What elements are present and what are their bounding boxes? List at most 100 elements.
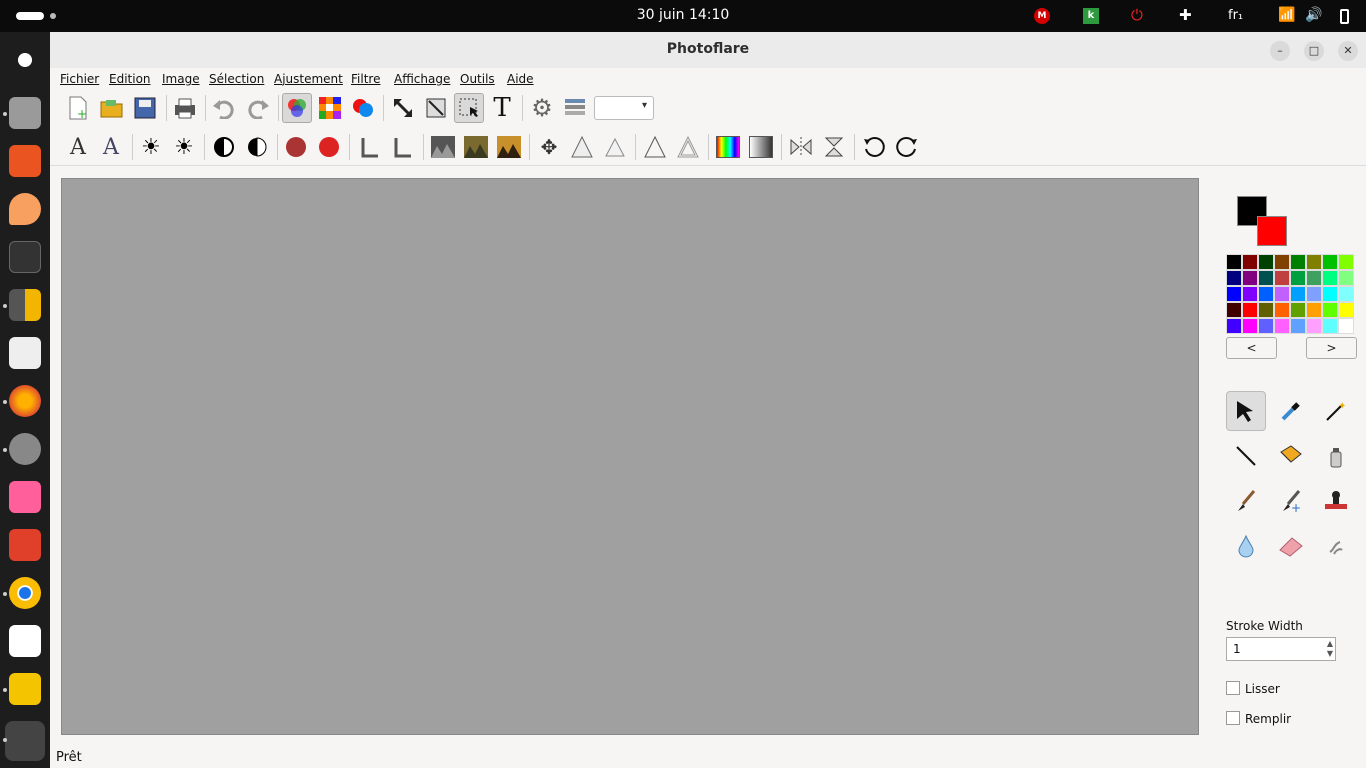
palette-swatch[interactable] <box>1274 270 1290 286</box>
saturation-down-icon[interactable] <box>281 132 311 162</box>
palette-swatch[interactable] <box>1322 286 1338 302</box>
extension-icon[interactable]: ✚ <box>1179 6 1192 24</box>
palette-prev-button[interactable]: < <box>1226 337 1277 359</box>
palette-swatch[interactable] <box>1242 286 1258 302</box>
brush-plus-tool-icon[interactable]: + <box>1271 481 1311 521</box>
palette-swatch[interactable] <box>1290 318 1306 334</box>
settings-icon[interactable] <box>9 433 41 465</box>
palette-swatch[interactable] <box>1226 254 1242 270</box>
eyedropper-tool-icon[interactable] <box>1271 391 1311 431</box>
palette-swatch[interactable] <box>1322 270 1338 286</box>
soften-icon[interactable] <box>600 132 630 162</box>
settings-gear-icon[interactable]: ⚙ <box>527 93 557 123</box>
minimize-button[interactable]: – <box>1270 41 1290 61</box>
palette-swatch[interactable] <box>1258 286 1274 302</box>
menu-image[interactable]: Image <box>162 72 200 86</box>
flip-vertical-icon[interactable] <box>819 132 849 162</box>
palette-swatch[interactable] <box>1274 254 1290 270</box>
stamp-tool-icon[interactable] <box>1316 481 1356 521</box>
photoflare-dock-icon[interactable] <box>5 721 45 761</box>
spin-arrows-icon[interactable]: ▲ ▼ <box>1327 639 1333 659</box>
maximize-button[interactable]: □ <box>1304 41 1324 61</box>
palette-swatch[interactable] <box>1242 318 1258 334</box>
stroke-width-input[interactable]: 1 ▲ ▼ <box>1226 637 1336 661</box>
warm-filter-icon[interactable] <box>494 132 524 162</box>
secondary-color-swatch[interactable] <box>1257 216 1287 246</box>
brightness-up-icon[interactable]: ☀ <box>169 132 199 162</box>
downloader-icon[interactable] <box>9 529 41 561</box>
palette-swatch[interactable] <box>1258 302 1274 318</box>
crop-scale-icon[interactable] <box>421 93 451 123</box>
palette-swatch[interactable] <box>1322 302 1338 318</box>
flip-horizontal-icon[interactable] <box>786 132 816 162</box>
palette-swatch[interactable] <box>1226 286 1242 302</box>
outline-icon[interactable] <box>640 132 670 162</box>
menu-affichage[interactable]: Affichage <box>394 72 450 86</box>
saturation-up-icon[interactable] <box>314 132 344 162</box>
palette-swatch[interactable] <box>1306 302 1322 318</box>
palette-swatch[interactable] <box>1226 302 1242 318</box>
new-file-icon[interactable]: + <box>63 93 93 123</box>
color-spectrum-icon[interactable] <box>713 132 743 162</box>
contrast-up-icon[interactable] <box>242 132 272 162</box>
magic-wand-tool-icon[interactable]: ✦ <box>1316 391 1356 431</box>
gamma-up-icon[interactable] <box>388 132 418 162</box>
palette-swatch[interactable] <box>1338 286 1354 302</box>
palette-swatch[interactable] <box>1258 318 1274 334</box>
paintbrush-tool-icon[interactable] <box>1226 481 1266 521</box>
palette-swatch[interactable] <box>1290 270 1306 286</box>
palette-swatch[interactable] <box>1274 286 1290 302</box>
text-style-icon[interactable]: A <box>96 132 126 162</box>
fill-checkbox[interactable] <box>1226 711 1240 725</box>
palette-swatch[interactable] <box>1338 254 1354 270</box>
palette-swatch[interactable] <box>1306 254 1322 270</box>
chrome-icon[interactable] <box>9 577 41 609</box>
move-center-icon[interactable]: ✥ <box>534 132 564 162</box>
palette-swatch[interactable] <box>1274 302 1290 318</box>
menu-fichier[interactable]: Fichier <box>60 72 99 86</box>
wifi-icon[interactable]: 📶 <box>1278 7 1295 23</box>
paint-bucket-tool-icon[interactable] <box>1271 436 1311 476</box>
palette-swatch[interactable] <box>1274 318 1290 334</box>
zoom-combo[interactable]: ▾ <box>594 96 654 120</box>
palette-swatch[interactable] <box>1338 270 1354 286</box>
spray-can-tool-icon[interactable] <box>1316 436 1356 476</box>
files-icon[interactable] <box>9 97 41 129</box>
palette-swatch[interactable] <box>1338 302 1354 318</box>
eraser-tool-icon[interactable] <box>1271 526 1311 566</box>
smooth-checkbox[interactable] <box>1226 681 1240 695</box>
palette-swatch[interactable] <box>1290 254 1306 270</box>
gradient-icon[interactable] <box>746 132 776 162</box>
palette-swatch[interactable] <box>1290 302 1306 318</box>
clock[interactable]: 30 juin 14:10 <box>0 7 1366 23</box>
app-orange-icon[interactable] <box>9 193 41 225</box>
menu-edition[interactable]: Edition <box>109 72 151 86</box>
select-region-icon[interactable] <box>454 93 484 123</box>
palette-swatch[interactable] <box>1258 270 1274 286</box>
keyboard-layout[interactable]: fr₁ <box>1228 8 1243 23</box>
palette-swatch[interactable] <box>1242 270 1258 286</box>
sharpen-icon[interactable] <box>567 132 597 162</box>
palette-swatch[interactable] <box>1338 318 1354 334</box>
rotate-right-icon[interactable] <box>892 132 922 162</box>
checker-palette-icon[interactable] <box>315 93 345 123</box>
color-circles-icon[interactable] <box>348 93 378 123</box>
notes-icon[interactable] <box>9 625 41 657</box>
redo-icon[interactable] <box>243 93 273 123</box>
color-mode-icon[interactable] <box>282 93 312 123</box>
volume-icon[interactable]: 🔊 <box>1305 7 1322 23</box>
software-icon[interactable] <box>9 145 41 177</box>
palette-swatch[interactable] <box>1306 286 1322 302</box>
palette-swatch[interactable] <box>1290 286 1306 302</box>
emboss-icon[interactable] <box>673 132 703 162</box>
palette-swatch[interactable] <box>1306 270 1322 286</box>
line-tool-icon[interactable] <box>1226 436 1266 476</box>
undo-icon[interactable] <box>209 93 239 123</box>
palette-swatch[interactable] <box>1322 254 1338 270</box>
sepia-icon[interactable] <box>461 132 491 162</box>
menu-outils[interactable]: Outils <box>460 72 495 86</box>
open-folder-icon[interactable] <box>97 93 127 123</box>
contrast-down-icon[interactable] <box>209 132 239 162</box>
firefox-icon[interactable] <box>9 385 41 417</box>
menu-aide[interactable]: Aide <box>507 72 534 86</box>
